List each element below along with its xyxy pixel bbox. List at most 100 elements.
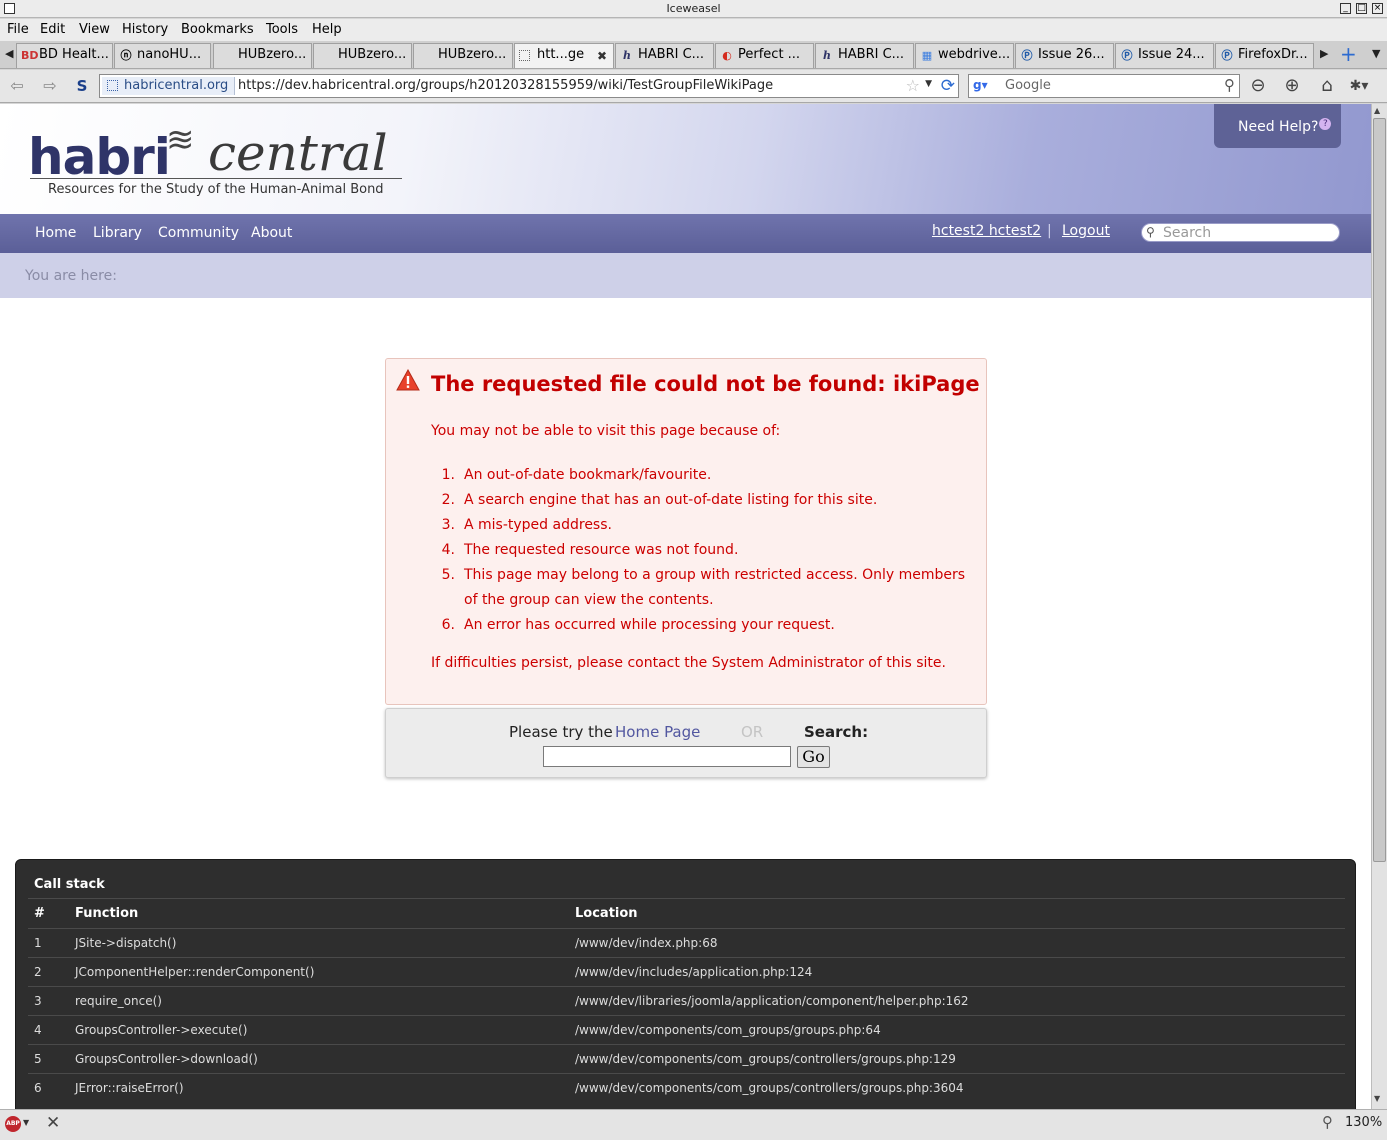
tab-issue-26[interactable]: Ⓟ Issue 26... — [1015, 43, 1114, 68]
address-bar[interactable]: habricentral.org https://dev.habricentra… — [99, 74, 959, 98]
tab-firefoxdriver[interactable]: Ⓟ FirefoxDr... — [1215, 43, 1314, 68]
site-search-input[interactable]: ⚲ Search — [1141, 223, 1340, 242]
tab-label: HABRI C... — [638, 47, 705, 62]
adblock-dropdown-icon[interactable]: ▼ — [23, 1118, 29, 1127]
new-tab-icon[interactable]: + — [1340, 42, 1357, 66]
zoom-level[interactable]: 130% — [1345, 1115, 1382, 1130]
home-page-link[interactable]: Home Page — [615, 723, 700, 741]
habri-icon: h — [623, 49, 631, 62]
history-dropdown-icon[interactable]: ▼ — [925, 79, 932, 89]
search-input[interactable] — [543, 746, 791, 767]
tab-bar: ◀ BD BD Healt... ⓝ nanoHU... HUBzero... … — [0, 41, 1387, 69]
list-item: 4. The requested resource was not found. — [441, 542, 739, 558]
adblock-icon[interactable]: ABP — [5, 1116, 21, 1132]
close-icon[interactable]: ✕ — [46, 1113, 60, 1133]
breadcrumb-label: You are here: — [25, 268, 117, 284]
table-row: 5 GroupsController->download() /www/dev/… — [28, 1044, 1345, 1074]
tab-webdriver[interactable]: ▦ webdrive... — [915, 43, 1014, 68]
tabs-scroll-left-icon[interactable]: ◀ — [5, 47, 13, 60]
tab-list-icon[interactable]: ▼ — [1372, 47, 1380, 60]
nav-library[interactable]: Library — [93, 225, 142, 241]
table-row: 1 JSite->dispatch() /www/dev/index.php:6… — [28, 928, 1345, 958]
tab-label: Perfect ... — [738, 47, 801, 62]
tab-habri-1[interactable]: h HABRI C... — [615, 43, 714, 68]
habri-central-logo[interactable]: habri ≋ central Resources for the Study … — [28, 120, 408, 200]
scroll-down-icon[interactable]: ▼ — [1374, 1094, 1380, 1103]
tab-label: Issue 26... — [1038, 47, 1105, 62]
nav-about[interactable]: About — [251, 225, 292, 241]
zoom-in-icon[interactable]: ⊕ — [1279, 73, 1305, 99]
menu-tools[interactable]: Tools — [266, 22, 298, 37]
table-row: 4 GroupsController->execute() /www/dev/c… — [28, 1015, 1345, 1045]
back-icon[interactable]: ⇦ — [5, 75, 29, 97]
url-text[interactable]: https://dev.habricentral.org/groups/h201… — [238, 78, 773, 93]
tab-label: HUBzero... — [238, 47, 307, 62]
tab-hubzero-2[interactable]: HUBzero... — [313, 43, 412, 68]
page-scrollbar[interactable]: ▲ ▼ — [1371, 104, 1387, 1109]
search-engine-icon[interactable]: g▾ — [973, 78, 995, 94]
tabs-scroll-right-icon[interactable]: ▶ — [1320, 47, 1328, 60]
issue-icon: Ⓟ — [1221, 49, 1233, 62]
go-button[interactable]: Go — [797, 746, 830, 768]
breadcrumb: You are here: — [0, 253, 1371, 298]
row-number: 2 — [28, 957, 75, 987]
menu-bookmarks[interactable]: Bookmarks — [181, 22, 254, 37]
call-stack-table: # Function Location 1 JSite->dispatch() … — [28, 898, 1345, 1103]
web-search-box[interactable]: g▾ Google ⚲ — [968, 74, 1240, 98]
need-help-button[interactable]: Need Help?? — [1214, 104, 1341, 148]
scroll-up-icon[interactable]: ▲ — [1374, 106, 1380, 115]
tab-bd-health[interactable]: BD BD Healt... — [16, 43, 113, 68]
row-function: JSite->dispatch() — [75, 928, 575, 958]
sync-icon[interactable]: S — [70, 75, 94, 97]
site-header: habri ≋ central Resources for the Study … — [0, 104, 1371, 214]
close-window-icon[interactable]: × — [1372, 3, 1383, 14]
error-intro: You may not be able to visit this page b… — [431, 423, 781, 439]
menu-file[interactable]: File — [7, 22, 29, 37]
row-location: /www/dev/libraries/joomla/application/co… — [575, 986, 1345, 1016]
tab-issue-24[interactable]: Ⓟ Issue 24... — [1115, 43, 1214, 68]
page-viewport: habri ≋ central Resources for the Study … — [0, 104, 1371, 1109]
table-row: 3 require_once() /www/dev/libraries/joom… — [28, 986, 1345, 1016]
search-icon[interactable]: ⚲ — [1224, 76, 1235, 94]
or-separator: OR — [741, 723, 764, 741]
error-message-box: The requested file could not be found: i… — [385, 358, 987, 705]
site-navigation: Home Library Community About hctest2 hct… — [0, 214, 1371, 253]
nav-community[interactable]: Community — [158, 225, 239, 241]
menu-view[interactable]: View — [79, 22, 110, 37]
user-profile-link[interactable]: hctest2 hctest2 — [932, 223, 1041, 239]
logout-link[interactable]: Logout — [1062, 223, 1110, 239]
error-title: The requested file could not be found: i… — [431, 372, 980, 396]
close-tab-icon[interactable]: ✖ — [595, 49, 609, 63]
tab-perfect[interactable]: ◐ Perfect ... — [715, 43, 814, 68]
minimize-icon[interactable]: _ — [1340, 3, 1351, 14]
reload-icon[interactable]: ⟳ — [941, 76, 955, 96]
tab-label: HABRI C... — [838, 47, 905, 62]
zoom-out-icon[interactable]: ⊖ — [1245, 73, 1271, 99]
bookmark-star-icon[interactable]: ☆ — [906, 76, 920, 95]
tab-habri-2[interactable]: h HABRI C... — [815, 43, 914, 68]
addon-icon[interactable]: ✱▾ — [1346, 73, 1372, 99]
call-stack-title: Call stack — [34, 877, 105, 892]
menu-history[interactable]: History — [122, 22, 168, 37]
maximize-icon[interactable]: □ — [1356, 3, 1367, 14]
row-number: 5 — [28, 1044, 75, 1074]
tab-hubzero-1[interactable]: HUBzero... — [213, 43, 312, 68]
site-identity-icon — [107, 80, 118, 91]
nav-home[interactable]: Home — [35, 225, 76, 241]
row-function: JComponentHelper::renderComponent() — [75, 957, 575, 987]
row-location: /www/dev/components/com_groups/controlle… — [575, 1044, 1345, 1074]
menu-help[interactable]: Help — [312, 22, 342, 37]
menu-edit[interactable]: Edit — [40, 22, 65, 37]
forward-icon[interactable]: ⇨ — [38, 75, 62, 97]
tab-hubzero-3[interactable]: HUBzero... — [413, 43, 513, 68]
tab-current-page[interactable]: htt...ge ✖ — [514, 43, 614, 68]
status-bar: ABP ▼ ✕ ⚲ 130% — [0, 1109, 1387, 1140]
home-icon[interactable]: ⌂ — [1314, 73, 1340, 99]
scrollbar-thumb[interactable] — [1373, 118, 1386, 862]
zoom-icon[interactable]: ⚲ — [1322, 1113, 1333, 1131]
row-number: 4 — [28, 1015, 75, 1045]
tab-nanohub[interactable]: ⓝ nanoHU... — [114, 43, 211, 68]
call-stack-panel: Call stack # Function Location 1 JSite->… — [15, 859, 1356, 1109]
issue-icon: Ⓟ — [1121, 49, 1133, 62]
site-identity[interactable]: habricentral.org — [102, 77, 236, 95]
